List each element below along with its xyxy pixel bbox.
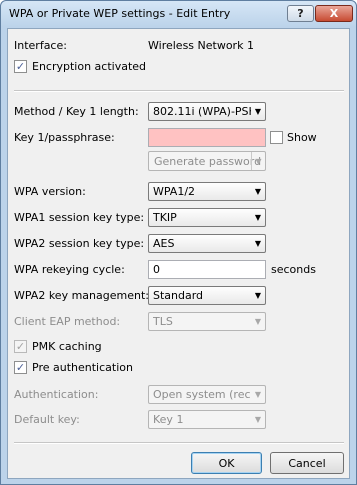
wpa2-mgmt-value: Standard xyxy=(153,289,204,302)
wpa-version-value: WPA1/2 xyxy=(153,185,196,198)
close-button[interactable]: X xyxy=(315,5,353,22)
separator xyxy=(14,442,344,444)
rekeying-unit: seconds xyxy=(271,263,316,276)
rekeying-label: WPA rekeying cycle: xyxy=(14,263,125,276)
passphrase-label: Key 1/passphrase: xyxy=(14,131,115,144)
show-checkbox[interactable] xyxy=(270,131,283,144)
chevron-down-icon: ▼ xyxy=(254,415,262,424)
dialog-window: WPA or Private WEP settings - Edit Entry… xyxy=(0,0,357,485)
method-dropdown[interactable]: 802.11i (WPA)-PSK ▼ xyxy=(148,102,266,121)
interface-label: Interface: xyxy=(14,39,67,52)
cancel-button[interactable]: Cancel xyxy=(270,452,344,474)
help-button[interactable]: ? xyxy=(287,5,314,22)
wpa2-key-type-value: AES xyxy=(153,237,175,250)
encryption-label: Encryption activated xyxy=(32,60,147,73)
wpa2-key-type-label: WPA2 session key type: xyxy=(14,237,145,250)
chevron-down-icon: ▼ xyxy=(254,107,262,116)
title-bar: WPA or Private WEP settings - Edit Entry… xyxy=(1,1,356,27)
eap-method-dropdown[interactable]: TLS ▼ xyxy=(148,312,266,331)
chevron-down-icon: ▼ xyxy=(254,213,262,222)
wpa1-key-type-dropdown[interactable]: TKIP ▼ xyxy=(148,208,266,227)
generate-password-button[interactable]: Generate password ▼ xyxy=(148,151,266,171)
pmk-caching-checkbox[interactable]: ✓ xyxy=(14,340,27,353)
wpa-version-dropdown[interactable]: WPA1/2 ▼ xyxy=(148,182,266,201)
dialog-body: Interface: Wireless Network 1 ✓ Encrypti… xyxy=(7,28,350,479)
authentication-dropdown[interactable]: Open system (recom ▼ xyxy=(148,385,266,404)
separator xyxy=(14,90,344,92)
chevron-down-icon: ▼ xyxy=(251,152,265,170)
rekeying-input[interactable]: 0 xyxy=(148,260,266,279)
wpa1-key-type-label: WPA1 session key type: xyxy=(14,211,145,224)
wpa1-key-type-value: TKIP xyxy=(153,211,177,224)
ok-button[interactable]: OK xyxy=(191,452,262,474)
default-key-value: Key 1 xyxy=(153,413,184,426)
pmk-caching-label: PMK caching xyxy=(32,340,102,353)
wpa2-key-type-dropdown[interactable]: AES ▼ xyxy=(148,234,266,253)
chevron-down-icon: ▼ xyxy=(254,239,262,248)
wpa-version-label: WPA version: xyxy=(14,185,86,198)
method-value: 802.11i (WPA)-PSK xyxy=(153,105,251,118)
eap-method-value: TLS xyxy=(153,315,173,328)
pre-auth-label: Pre authentication xyxy=(32,361,133,374)
encryption-checkbox[interactable]: ✓ xyxy=(14,60,27,73)
chevron-down-icon: ▼ xyxy=(254,390,262,399)
authentication-value: Open system (recom xyxy=(153,388,251,401)
wpa2-mgmt-label: WPA2 key management: xyxy=(14,289,149,302)
passphrase-input[interactable] xyxy=(148,128,266,147)
method-label: Method / Key 1 length: xyxy=(14,105,139,118)
generate-password-label: Generate password xyxy=(154,154,262,168)
chevron-down-icon: ▼ xyxy=(254,291,262,300)
default-key-label: Default key: xyxy=(14,413,80,426)
pre-auth-checkbox[interactable]: ✓ xyxy=(14,361,27,374)
show-label: Show xyxy=(287,131,317,144)
eap-method-label: Client EAP method: xyxy=(14,315,121,328)
window-title: WPA or Private WEP settings - Edit Entry xyxy=(9,7,231,20)
wpa2-mgmt-dropdown[interactable]: Standard ▼ xyxy=(148,286,266,305)
chevron-down-icon: ▼ xyxy=(254,187,262,196)
interface-value: Wireless Network 1 xyxy=(148,39,254,52)
chevron-down-icon: ▼ xyxy=(254,317,262,326)
default-key-dropdown[interactable]: Key 1 ▼ xyxy=(148,410,266,429)
authentication-label: Authentication: xyxy=(14,388,99,401)
